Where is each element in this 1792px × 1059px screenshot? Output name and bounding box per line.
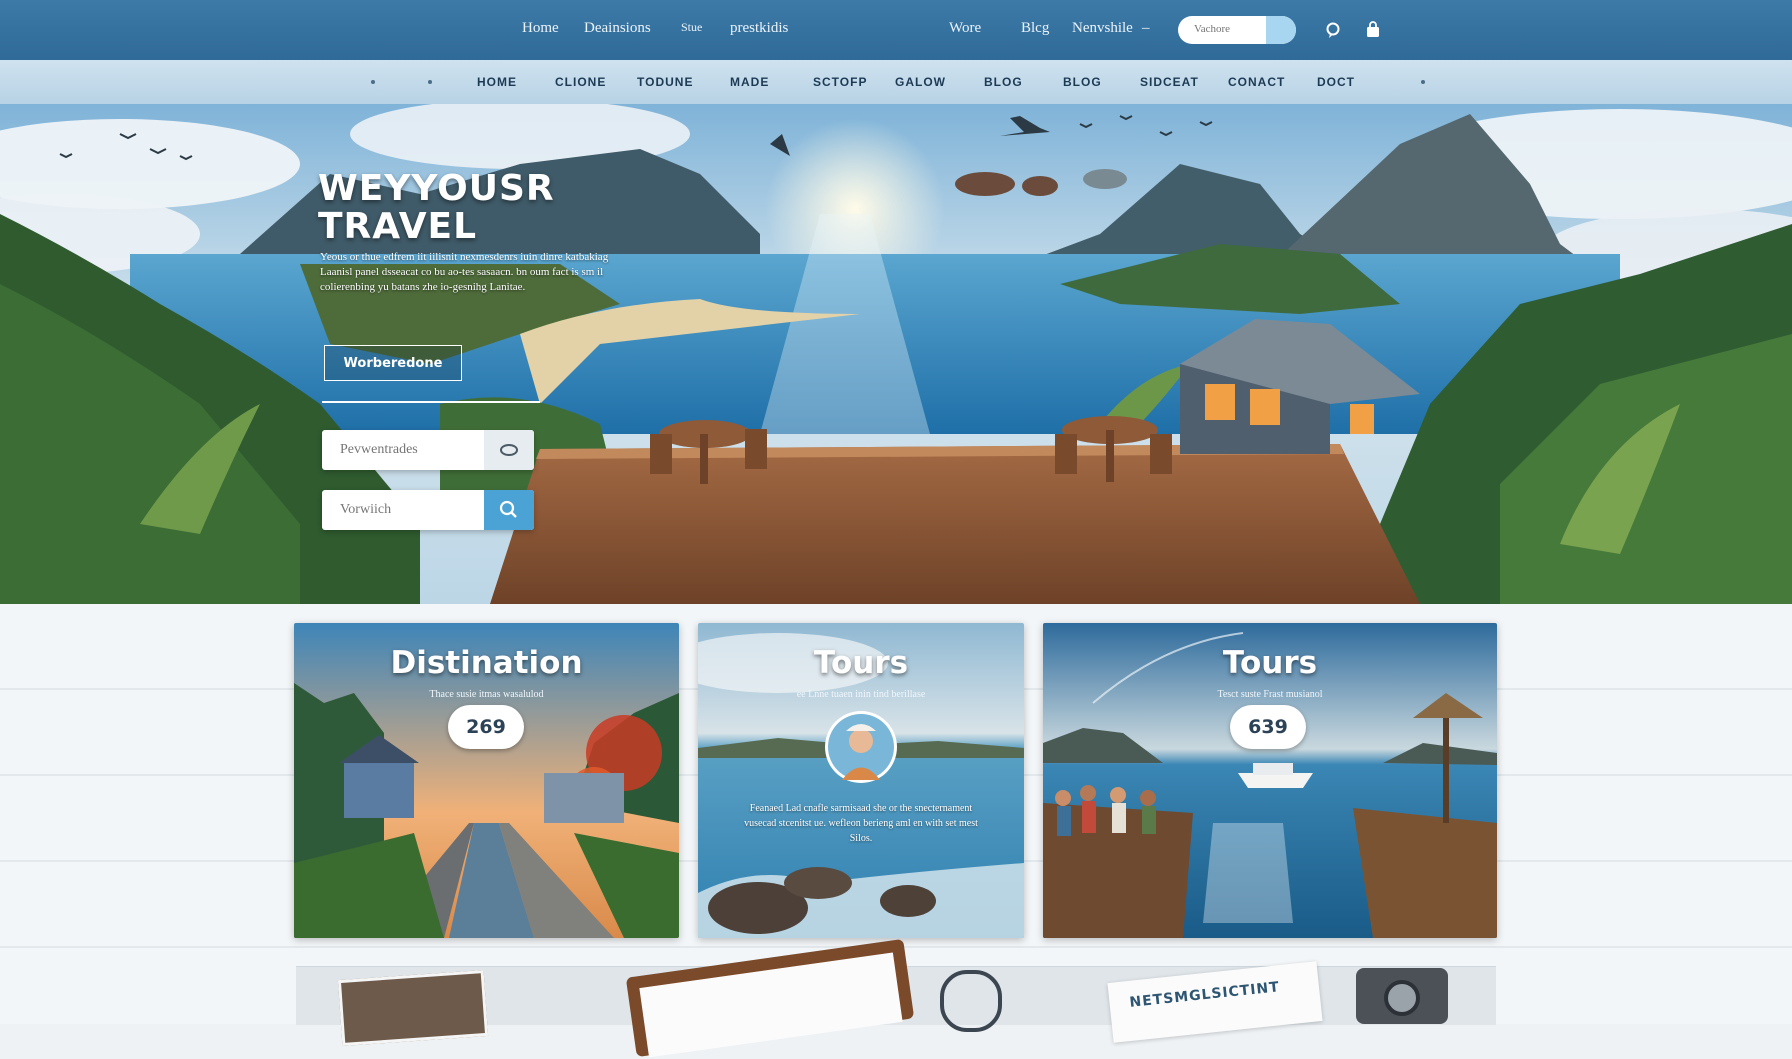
hero-banner: WEYYOUSR TRAVEL Yeous or thue edfrem iit…: [0, 104, 1792, 604]
hero-text-input[interactable]: [322, 430, 500, 470]
nav-item-galow[interactable]: GALOW: [895, 75, 946, 89]
nav-item-clione[interactable]: CLIONE: [555, 75, 606, 89]
card-title: Tours: [813, 645, 909, 681]
top-link-store[interactable]: Stue: [681, 20, 702, 35]
card-title: Tours: [1222, 645, 1318, 681]
hero-input-2[interactable]: [322, 490, 534, 530]
card-description: Feanaed Lad cnafle sarmisaad she or the …: [744, 803, 978, 844]
ticket-text: NETSMGLSICTINT: [1128, 979, 1281, 1011]
card-caption: Tesct suste Frast musianol: [1217, 689, 1323, 700]
photo-print: [337, 969, 489, 1047]
nav-item-made[interactable]: MADE: [730, 75, 769, 89]
top-link-home[interactable]: Home: [522, 20, 559, 37]
hero-title-line-1: WEYYOUSR: [318, 168, 555, 209]
nav-item-blog[interactable]: BLOG: [984, 75, 1023, 89]
card-title: Distination: [390, 645, 583, 681]
hero-search-input[interactable]: [322, 490, 500, 530]
chevron-down-icon[interactable]: –: [1142, 20, 1150, 37]
top-link-newsletter[interactable]: Nenvshile: [1072, 20, 1133, 37]
top-search-toggle[interactable]: [1266, 16, 1296, 44]
top-search-field[interactable]: [1178, 16, 1296, 44]
nav-item-home[interactable]: HOME: [477, 75, 517, 89]
nav-dot: [1421, 80, 1425, 84]
card-tours[interactable]: Tours ee Lnne tuaen inin tind berillase …: [698, 623, 1024, 938]
card-count-badge: 269: [448, 705, 524, 749]
toggle-icon[interactable]: [484, 430, 534, 470]
hero-input-1[interactable]: [322, 430, 534, 470]
top-link-destinations[interactable]: Deainsions: [584, 20, 651, 37]
nav-item-contact[interactable]: CONACT: [1228, 75, 1285, 89]
card-count-badge: 639: [1230, 705, 1306, 749]
top-link-wore[interactable]: Wore: [949, 20, 981, 37]
nav-dot: [428, 80, 432, 84]
camera-lens: [1384, 980, 1420, 1016]
hero-title: WEYYOUSR TRAVEL: [318, 170, 555, 246]
card-caption: Thace susie itmas wasalulod: [429, 689, 544, 700]
card-destination[interactable]: Distination Thace susie itmas wasalulod …: [294, 623, 679, 938]
nav-item-doct[interactable]: DOCT: [1317, 75, 1355, 89]
main-nav: HOME CLIONE TODUNE MADE SCTOFP GALOW BLO…: [0, 60, 1792, 105]
hero-landscape-image: [0, 104, 1792, 604]
search-icon[interactable]: [484, 490, 534, 530]
chat-icon[interactable]: [1323, 20, 1343, 40]
nav-item-todune[interactable]: TODUNE: [637, 75, 693, 89]
nav-item-sctofp[interactable]: SCTOFP: [813, 75, 867, 89]
card-caption: ee Lnne tuaen inin tind berillase: [796, 689, 926, 700]
hero-title-line-2: TRAVEL: [318, 206, 478, 247]
top-link-blog[interactable]: Blcg: [1021, 20, 1049, 37]
top-bar: Home Deainsions Stue prestkidis Wore Blc…: [0, 0, 1792, 60]
camera-icon: [1356, 968, 1448, 1024]
top-link-prestkidis[interactable]: prestkidis: [730, 20, 788, 37]
hero-cta-button[interactable]: Worberedone: [324, 345, 462, 381]
hero-subtitle: Yeous or thue edfrem iit iilisnit nexmes…: [320, 251, 609, 293]
nav-item-sidceat[interactable]: SIDCEAT: [1140, 75, 1199, 89]
nav-dot: [371, 80, 375, 84]
bag-icon[interactable]: [1363, 20, 1383, 40]
nav-item-blog-2[interactable]: BLOG: [1063, 75, 1102, 89]
compass-icon: [940, 970, 1002, 1032]
hero-divider: [322, 401, 540, 403]
card-tours-2[interactable]: Tours Tesct suste Frast musianol 639: [1043, 623, 1497, 938]
